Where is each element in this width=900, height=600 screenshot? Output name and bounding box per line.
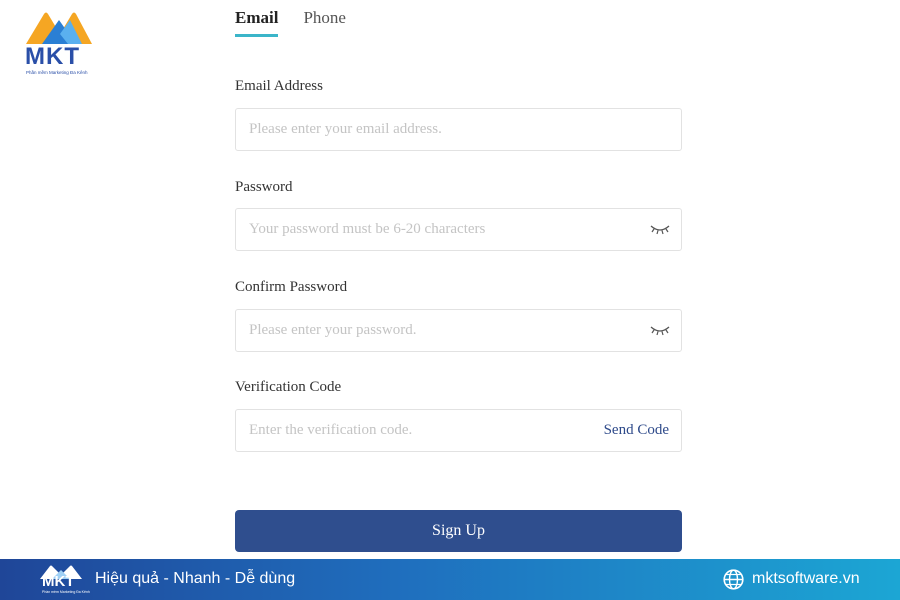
- tab-phone[interactable]: Phone: [303, 8, 346, 37]
- password-label: Password: [235, 179, 293, 195]
- footer-logo-tagline: Phần mềm Marketing Đa Kênh: [42, 590, 90, 594]
- footer-brand-text: MKT: [42, 573, 75, 590]
- email-label: Email Address: [235, 78, 323, 94]
- confirm-password-input[interactable]: [236, 310, 650, 351]
- confirm-password-field-container: [235, 309, 682, 352]
- password-input[interactable]: [236, 209, 650, 250]
- eye-closed-icon[interactable]: [650, 325, 670, 337]
- logo-tagline: Phần mềm Marketing Đa Kênh: [26, 70, 88, 75]
- footer-slogan: Hiệu quả - Nhanh - Dễ dùng: [95, 570, 296, 587]
- sign-up-button[interactable]: Sign Up: [235, 510, 682, 552]
- signup-method-tabs: Email Phone: [235, 8, 346, 37]
- tab-email[interactable]: Email: [235, 8, 279, 37]
- mountain-logo-icon: [26, 12, 92, 44]
- eye-closed-icon[interactable]: [650, 224, 670, 236]
- send-code-button[interactable]: Send Code: [604, 422, 669, 439]
- verification-code-input[interactable]: [236, 410, 604, 451]
- confirm-password-label: Confirm Password: [235, 279, 348, 295]
- verification-code-label: Verification Code: [235, 379, 342, 395]
- globe-icon: [723, 569, 744, 590]
- footer-banner: MKT Phần mềm Marketing Đa Kênh Hiệu quả …: [0, 559, 900, 600]
- verification-code-field-container: Send Code: [235, 409, 682, 452]
- email-input[interactable]: [236, 109, 681, 150]
- password-field-container: [235, 208, 682, 251]
- footer-website-link[interactable]: mktsoftware.vn: [752, 570, 860, 588]
- email-field-container: [235, 108, 682, 151]
- logo-brand-text: MKT: [25, 43, 80, 70]
- mkt-logo: MKT Phần mềm Marketing Đa Kênh: [22, 10, 96, 80]
